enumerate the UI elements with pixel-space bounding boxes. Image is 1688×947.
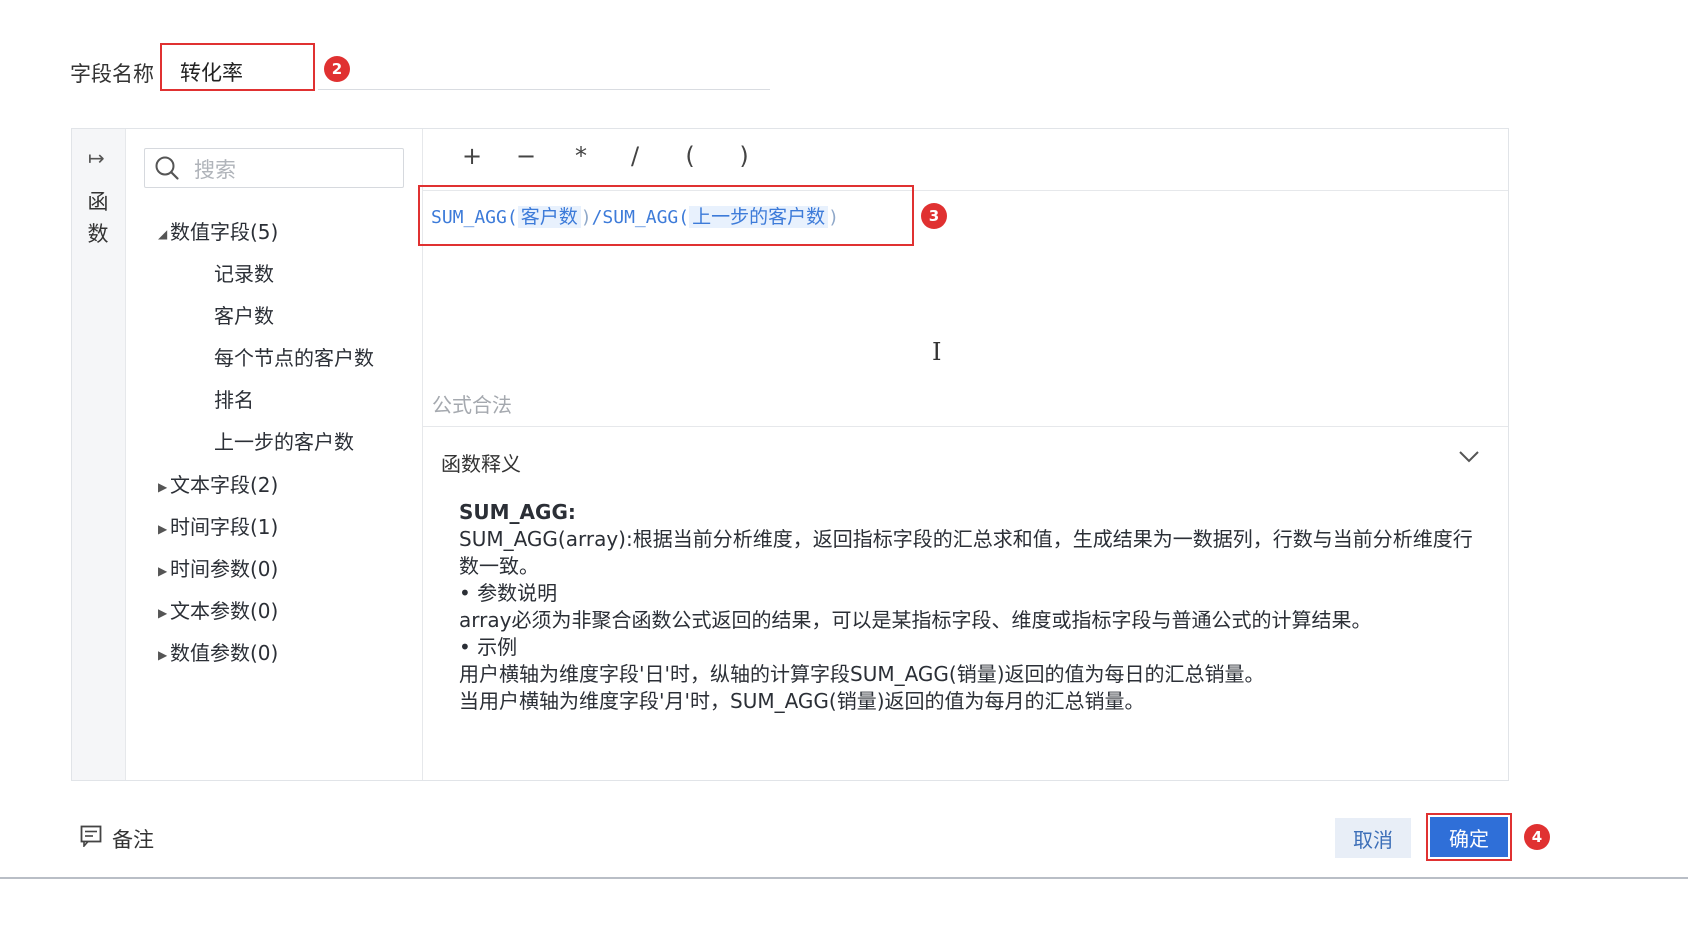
tree-group-label: 数值参数(0) <box>170 641 279 665</box>
definition-line: 用户横轴为维度字段'日'时，纵轴的计算字段SUM_AGG(销量)返回的值为每日的… <box>459 662 1265 686</box>
step-badge-3: 3 <box>921 203 947 229</box>
formula-func: SUM_AGG( <box>431 207 518 228</box>
tree-group-time-fields[interactable]: ▶ 时间字段(1) <box>158 511 278 540</box>
chevron-down-icon[interactable] <box>1458 450 1480 464</box>
formula-func: SUM_AGG( <box>602 207 690 228</box>
function-definition-body: SUM_AGG: SUM_AGG(array):根据当前分析维度，返回指标字段的… <box>459 499 1479 715</box>
step-badge-2: 2 <box>324 56 350 82</box>
definition-line: • 参数说明 <box>459 581 558 605</box>
field-name-underline <box>318 89 770 90</box>
search-icon <box>155 156 179 180</box>
operator-minus-button[interactable]: − <box>511 142 541 170</box>
caret-right-icon: ▶ <box>158 521 168 536</box>
caret-down-icon: ◢ <box>158 226 168 241</box>
tree-group-label: 文本参数(0) <box>170 599 279 623</box>
formula-validation-status: 公式合法 <box>432 393 512 417</box>
tree-group-label: 时间参数(0) <box>170 557 279 581</box>
caret-right-icon: ▶ <box>158 605 168 620</box>
operator-plus-button[interactable]: + <box>457 142 487 170</box>
tree-item-record-count[interactable]: 记录数 <box>214 258 274 287</box>
function-definition-header[interactable]: 函数释义 <box>441 448 521 477</box>
confirm-button[interactable]: 确定 <box>1430 817 1508 857</box>
operator-close-paren-button[interactable]: ) <box>729 142 759 170</box>
function-tab[interactable]: 函数 <box>86 186 110 250</box>
tree-group-text-params[interactable]: ▶ 文本参数(0) <box>158 595 278 624</box>
field-name-label: 字段名称 <box>70 62 154 86</box>
definition-line: • 示例 <box>459 635 518 659</box>
text-cursor-icon: I <box>932 338 942 366</box>
operator-multiply-button[interactable]: * <box>566 142 596 170</box>
step-badge-4: 4 <box>1524 824 1550 850</box>
formula-field-chip[interactable]: 客户数 <box>517 206 581 228</box>
definition-line: SUM_AGG(array):根据当前分析维度，返回指标字段的汇总求和值，生成结… <box>459 527 1473 578</box>
definition-line: array必须为非聚合函数公式返回的结果，可以是某指标字段、维度或指标字段与普通… <box>459 608 1372 632</box>
formula-paren: ) <box>580 207 592 228</box>
definition-line: 当用户横轴为维度字段'月'时，SUM_AGG(销量)返回的值为每月的汇总销量。 <box>459 689 1145 713</box>
formula-field-chip[interactable]: 上一步的客户数 <box>689 206 829 228</box>
divider <box>423 426 1508 427</box>
operator-divide-button[interactable]: / <box>620 142 650 170</box>
tree-group-numeric-fields[interactable]: ◢ 数值字段(5) <box>158 216 278 245</box>
field-name-input[interactable]: 转化率 <box>160 43 315 91</box>
field-search-input[interactable] <box>144 148 404 188</box>
formula-paren: ) <box>828 207 839 228</box>
caret-right-icon: ▶ <box>158 647 168 662</box>
search-placeholder: 搜索 <box>194 158 236 182</box>
tree-group-text-fields[interactable]: ▶ 文本字段(2) <box>158 469 278 498</box>
note-icon[interactable] <box>80 825 102 847</box>
tree-group-label: 数值字段(5) <box>170 220 279 244</box>
tree-group-label: 文本字段(2) <box>170 473 279 497</box>
cancel-button[interactable]: 取消 <box>1335 818 1411 858</box>
tree-item-prev-step-customer-count[interactable]: 上一步的客户数 <box>214 426 354 455</box>
function-name: SUM_AGG: <box>459 500 576 524</box>
tree-group-time-params[interactable]: ▶ 时间参数(0) <box>158 553 278 582</box>
formula-operator: / <box>591 207 603 228</box>
formula-editor[interactable]: SUM_AGG(客户数)/SUM_AGG(上一步的客户数) <box>431 202 839 229</box>
tree-group-numeric-params[interactable]: ▶ 数值参数(0) <box>158 637 278 666</box>
caret-right-icon: ▶ <box>158 563 168 578</box>
note-button[interactable]: 备注 <box>112 824 154 854</box>
tree-item-rank[interactable]: 排名 <box>214 384 254 413</box>
bottom-border <box>0 877 1688 879</box>
tree-item-customer-count[interactable]: 客户数 <box>214 300 274 329</box>
tree-item-node-customer-count[interactable]: 每个节点的客户数 <box>214 342 374 371</box>
operator-open-paren-button[interactable]: ( <box>675 142 705 170</box>
tree-group-label: 时间字段(1) <box>170 515 279 539</box>
expand-panel-icon[interactable]: ↦ <box>88 146 105 170</box>
caret-right-icon: ▶ <box>158 479 168 494</box>
